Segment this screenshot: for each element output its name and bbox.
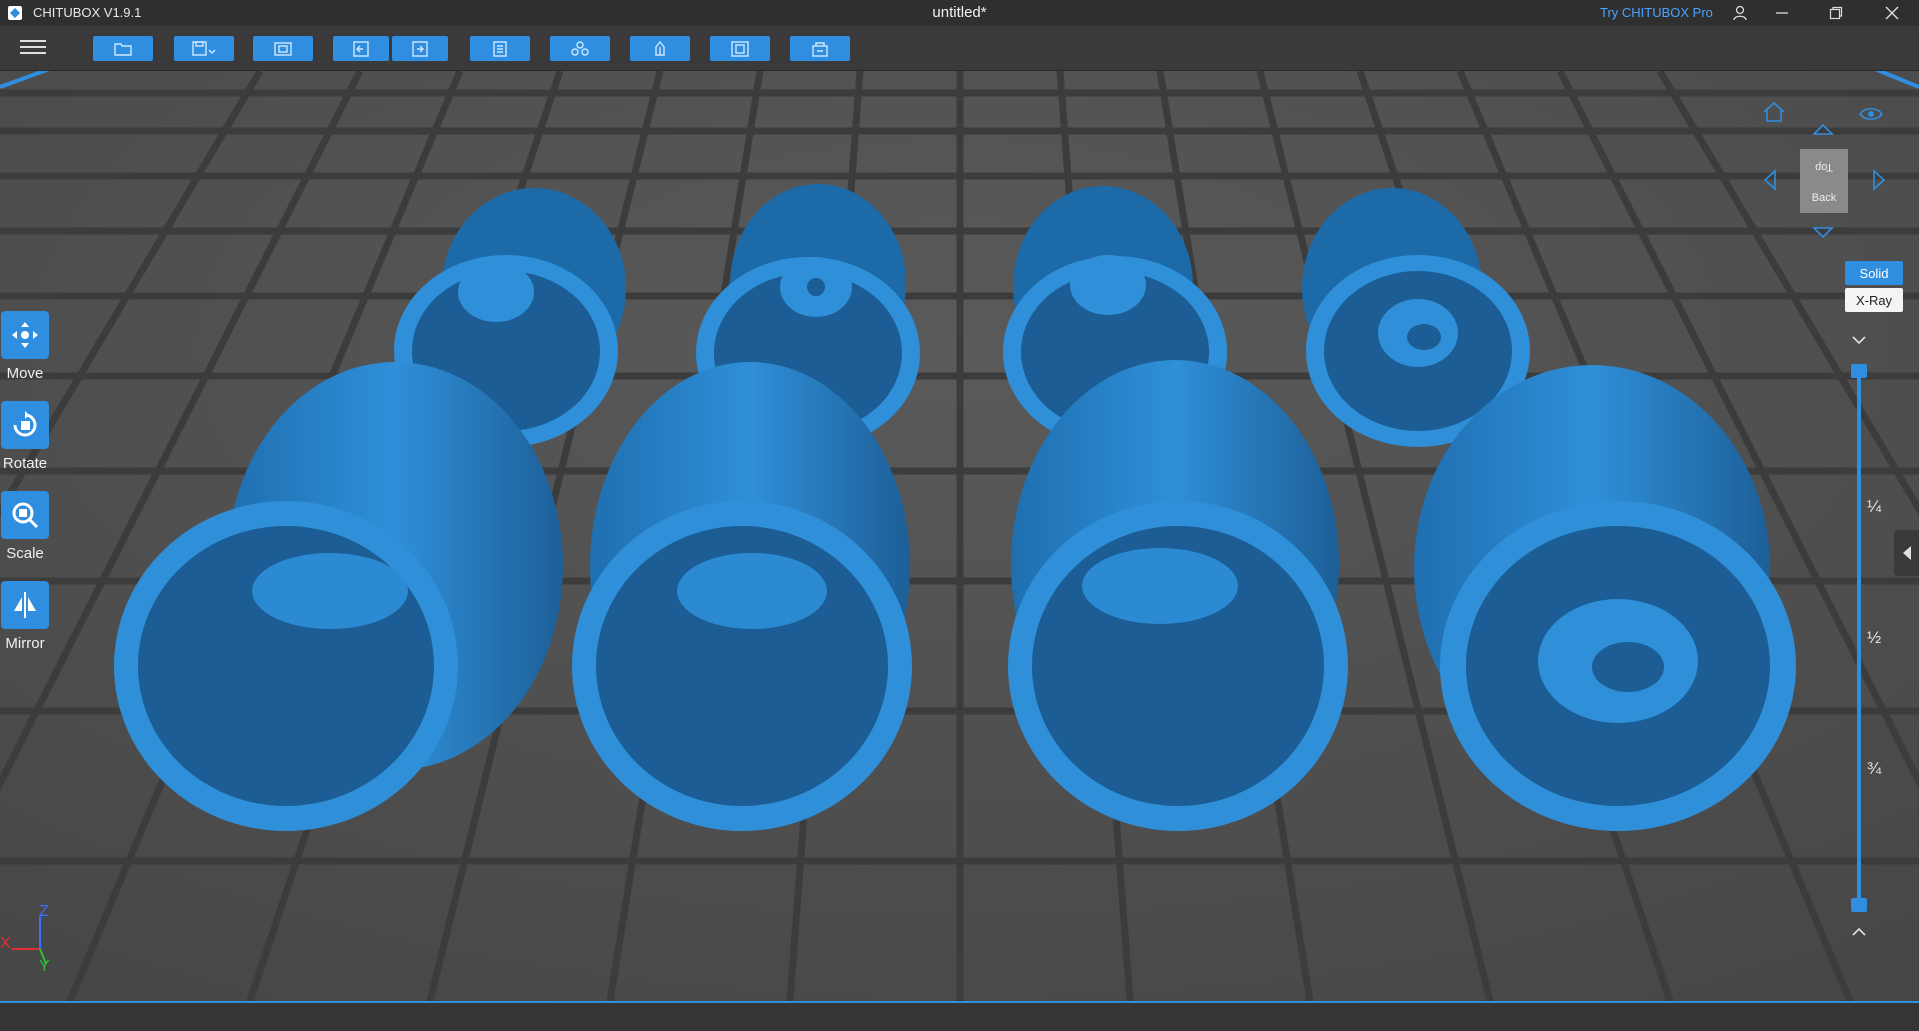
- open-file-button[interactable]: [93, 36, 153, 61]
- chevron-left-icon: [1902, 546, 1911, 560]
- slider-collapse-chevron-icon[interactable]: [1851, 334, 1867, 346]
- 3d-viewport[interactable]: [0, 71, 1919, 1001]
- scale-tool[interactable]: Scale: [0, 491, 50, 562]
- screenshot-button[interactable]: [253, 36, 313, 61]
- chitubox-logo-icon: [8, 6, 22, 20]
- redo-button[interactable]: [392, 36, 448, 61]
- scale-icon: [1, 491, 49, 539]
- layout-icon: [571, 40, 589, 56]
- slider-mark-three-quarters: ¾: [1867, 759, 1882, 778]
- view-cube-top-face[interactable]: Top: [1800, 152, 1848, 182]
- save-button[interactable]: [174, 36, 234, 61]
- slice-button[interactable]: [790, 36, 850, 61]
- move-label: Move: [6, 365, 44, 382]
- eye-view-icon[interactable]: [1858, 102, 1884, 126]
- print-settings-button[interactable]: [470, 36, 530, 61]
- axis-y-label: Y: [39, 958, 50, 975]
- xray-mode-button[interactable]: X-Ray: [1845, 288, 1903, 312]
- rotate-left-arrow-icon[interactable]: [1759, 168, 1785, 192]
- restore-icon[interactable]: [1816, 0, 1856, 26]
- home-view-icon[interactable]: [1761, 100, 1787, 124]
- axis-x-label: X: [0, 935, 11, 952]
- undo-button[interactable]: [333, 36, 389, 61]
- wheel-model-7[interactable]: [1008, 360, 1348, 831]
- toolbar: [0, 26, 1919, 71]
- mirror-tool[interactable]: Mirror: [0, 581, 50, 652]
- slice-icon: [812, 41, 828, 57]
- rotate-tool[interactable]: Rotate: [0, 401, 50, 472]
- redo-icon: [412, 40, 428, 57]
- mirror-label: Mirror: [5, 635, 45, 652]
- support-button[interactable]: [630, 36, 690, 61]
- layer-slider-top-handle[interactable]: [1851, 364, 1867, 378]
- solid-mode-button[interactable]: Solid: [1845, 261, 1903, 285]
- move-tool[interactable]: Move: [0, 311, 50, 382]
- close-icon[interactable]: [1872, 0, 1912, 26]
- rotate-right-arrow-icon[interactable]: [1864, 168, 1890, 192]
- auto-layout-button[interactable]: [550, 36, 610, 61]
- title-bar: CHITUBOX V1.9.1 untitled* Try CHITUBOX P…: [0, 0, 1919, 26]
- status-bar: [0, 1001, 1919, 1031]
- rotate-up-arrow-icon[interactable]: [1810, 118, 1836, 142]
- move-icon: [1, 311, 49, 359]
- build-plate-scene[interactable]: [0, 71, 1919, 1001]
- hollow-icon: [731, 40, 749, 57]
- rotate-down-arrow-icon[interactable]: [1810, 220, 1836, 244]
- axis-z-label: Z: [39, 903, 49, 920]
- layer-slider-track[interactable]: [1857, 366, 1861, 906]
- slider-expand-chevron-icon[interactable]: [1851, 926, 1867, 938]
- mirror-icon: [1, 581, 49, 629]
- hamburger-menu-icon[interactable]: [20, 37, 46, 59]
- try-pro-link[interactable]: Try CHITUBOX Pro: [1600, 5, 1713, 20]
- view-cube-back-face[interactable]: Back: [1800, 183, 1848, 213]
- scale-label: Scale: [6, 545, 44, 562]
- support-icon: [655, 40, 665, 56]
- user-account-icon[interactable]: [1720, 0, 1760, 26]
- minimize-icon[interactable]: [1762, 0, 1802, 26]
- open-file-icon: [114, 42, 132, 56]
- slider-mark-half: ½: [1867, 628, 1882, 647]
- screenshot-icon: [274, 41, 292, 56]
- undo-icon: [353, 40, 369, 57]
- slider-mark-quarter: ¼: [1867, 497, 1882, 516]
- right-panel-toggle[interactable]: [1894, 530, 1919, 576]
- rotate-icon: [1, 401, 49, 449]
- app-name: CHITUBOX V1.9.1: [33, 5, 142, 20]
- hollow-button[interactable]: [710, 36, 770, 61]
- rotate-label: Rotate: [2, 455, 48, 472]
- settings-icon: [493, 40, 507, 57]
- save-icon: [192, 40, 216, 56]
- layer-slider-bottom-handle[interactable]: [1851, 898, 1867, 912]
